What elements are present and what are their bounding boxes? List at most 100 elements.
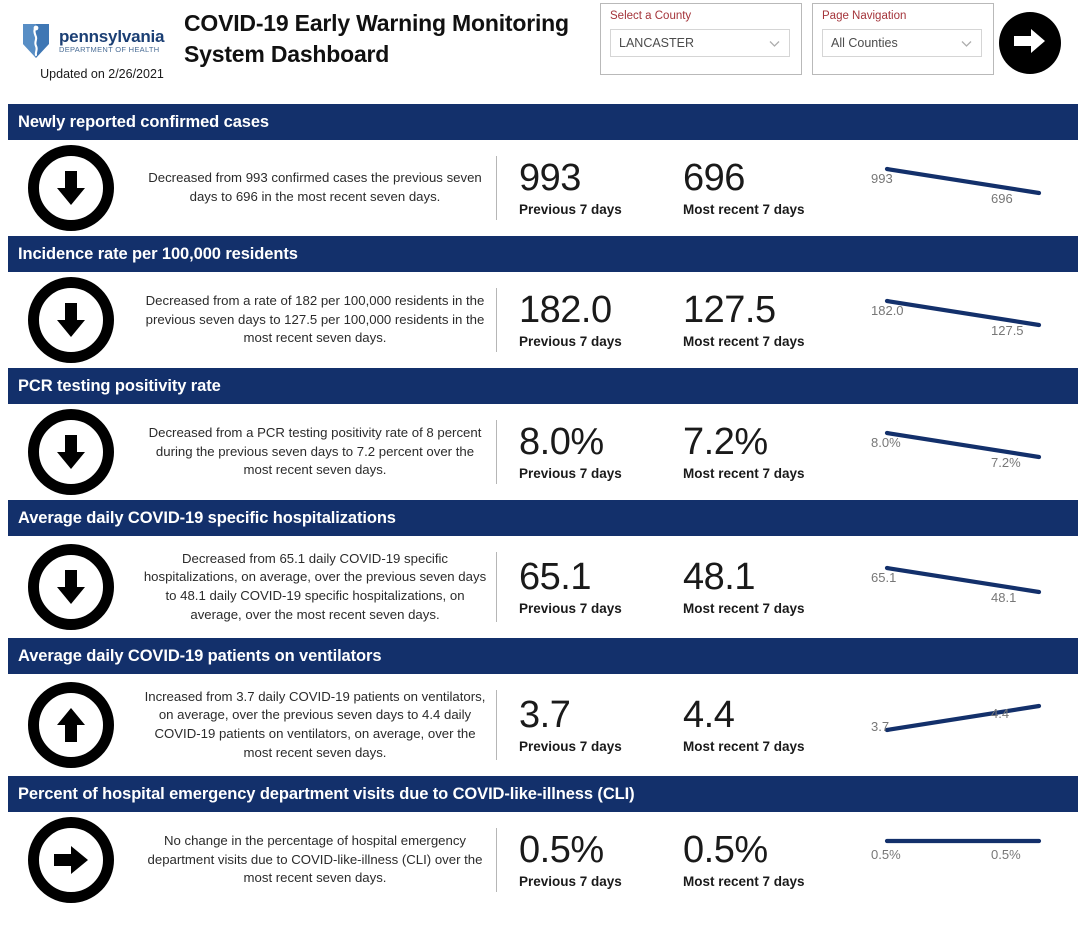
section-body: Decreased from a PCR testing positivity …: [0, 404, 1086, 500]
previous-label: Previous 7 days: [519, 201, 622, 217]
metric-description: Decreased from a PCR testing positivity …: [148, 424, 482, 478]
metric-section: Average daily COVID-19 specific hospital…: [0, 500, 1086, 638]
recent-label: Most recent 7 days: [683, 333, 805, 349]
section-title: Newly reported confirmed cases: [18, 112, 270, 131]
section-header-bar: PCR testing positivity rate: [8, 368, 1078, 404]
metric-description: Increased from 3.7 daily COVID-19 patien…: [144, 688, 486, 760]
section-body: Decreased from a rate of 182 per 100,000…: [0, 272, 1086, 368]
previous-value: 3.7: [519, 694, 571, 737]
previous-value: 8.0%: [519, 421, 604, 464]
trend-sparkline: 182.0 127.5: [861, 281, 1078, 359]
previous-value: 0.5%: [519, 829, 604, 872]
recent-label: Most recent 7 days: [683, 465, 805, 481]
trend-sparkline: 65.1 48.1: [861, 548, 1078, 626]
section-header-bar: Percent of hospital emergency department…: [8, 776, 1078, 812]
trend-indicator: [8, 145, 134, 231]
previous-period-stat: 0.5% Previous 7 days: [497, 829, 661, 889]
chevron-down-icon: [768, 37, 781, 50]
dashboard-header: pennsylvania DEPARTMENT OF HEALTH Update…: [0, 0, 1086, 104]
sparkline-end-label: 127.5: [991, 323, 1024, 338]
previous-label: Previous 7 days: [519, 600, 622, 616]
sparkline-end-label: 696: [991, 191, 1013, 206]
sparkline-start-label: 0.5%: [871, 847, 901, 862]
county-slicer: Select a County LANCASTER: [600, 3, 802, 75]
page-navigation-dropdown-value: All Counties: [831, 36, 898, 50]
sparkline-start-label: 993: [871, 171, 893, 186]
metric-section: PCR testing positivity rate Decreased fro…: [0, 368, 1086, 500]
previous-value: 65.1: [519, 556, 591, 599]
recent-value: 7.2%: [683, 421, 768, 464]
arrow-right-icon: [1012, 26, 1048, 61]
county-dropdown-value: LANCASTER: [619, 36, 695, 50]
section-body: Decreased from 65.1 daily COVID-19 speci…: [0, 536, 1086, 638]
sparkline-end-label: 7.2%: [991, 455, 1021, 470]
recent-period-stat: 696 Most recent 7 days: [661, 157, 861, 217]
trend-indicator: [8, 409, 134, 495]
sparkline-end-label: 4.4: [991, 706, 1010, 721]
metric-description: No change in the percentage of hospital …: [147, 832, 483, 886]
recent-label: Most recent 7 days: [683, 873, 805, 889]
sparkline-start-label: 8.0%: [871, 435, 901, 450]
page-navigation-slicer-title: Page Navigation: [822, 10, 907, 22]
previous-label: Previous 7 days: [519, 873, 622, 889]
metric-section: Percent of hospital emergency department…: [0, 776, 1086, 908]
agency-branding: pennsylvania DEPARTMENT OF HEALTH Update…: [14, 22, 194, 81]
metric-description: Decreased from 993 confirmed cases the p…: [148, 170, 482, 204]
previous-label: Previous 7 days: [519, 465, 622, 481]
trend-sparkline: 8.0% 7.2%: [861, 413, 1078, 491]
metric-section: Incidence rate per 100,000 residents Decr…: [0, 236, 1086, 368]
updated-date: Updated on 2/26/2021: [40, 67, 164, 81]
sparkline-end-label: 0.5%: [991, 847, 1021, 862]
previous-period-stat: 8.0% Previous 7 days: [497, 421, 661, 481]
metric-description: Decreased from 65.1 daily COVID-19 speci…: [143, 550, 487, 622]
recent-value: 48.1: [683, 556, 755, 599]
page-title: COVID-19 Early Warning Monitoring System…: [184, 10, 569, 67]
section-title: Average daily COVID-19 specific hospital…: [18, 508, 396, 527]
chevron-down-icon: [960, 37, 973, 50]
recent-period-stat: 7.2% Most recent 7 days: [661, 421, 861, 481]
logo-wordmark: pennsylvania: [59, 27, 165, 47]
metric-description: Decreased from a rate of 182 per 100,000…: [145, 292, 485, 346]
section-title: Average daily COVID-19 patients on venti…: [18, 646, 382, 665]
arrow-up-circle-icon: [28, 682, 114, 768]
recent-label: Most recent 7 days: [683, 600, 805, 616]
page-navigation-slicer: Page Navigation All Counties: [812, 3, 994, 75]
recent-period-stat: 127.5 Most recent 7 days: [661, 289, 861, 349]
metric-section: Average daily COVID-19 patients on venti…: [0, 638, 1086, 776]
section-body: No change in the percentage of hospital …: [0, 812, 1086, 908]
arrow-down-circle-icon: [28, 277, 114, 363]
pa-doh-logo: pennsylvania DEPARTMENT OF HEALTH: [14, 22, 194, 60]
sparkline-start-label: 65.1: [871, 570, 897, 585]
next-page-button[interactable]: [999, 12, 1061, 74]
trend-sparkline: 3.7 4.4: [861, 686, 1078, 764]
trend-indicator: [8, 682, 134, 768]
arrow-down-circle-icon: [28, 544, 114, 630]
section-header-bar: Newly reported confirmed cases: [8, 104, 1078, 140]
previous-label: Previous 7 days: [519, 333, 622, 349]
arrow-right-circle-icon: [28, 817, 114, 903]
metric-sections: Newly reported confirmed cases Decreased …: [0, 104, 1086, 908]
logo-department: DEPARTMENT OF HEALTH: [59, 45, 160, 55]
sparkline-start-label: 3.7: [871, 719, 890, 734]
previous-value: 182.0: [519, 289, 612, 332]
recent-label: Most recent 7 days: [683, 738, 805, 754]
section-title: PCR testing positivity rate: [18, 376, 221, 395]
trend-sparkline: 0.5% 0.5%: [861, 821, 1078, 899]
trend-indicator: [8, 277, 134, 363]
county-dropdown[interactable]: LANCASTER: [610, 29, 790, 57]
county-slicer-title: Select a County: [610, 10, 692, 22]
previous-period-stat: 182.0 Previous 7 days: [497, 289, 661, 349]
metric-section: Newly reported confirmed cases Decreased …: [0, 104, 1086, 236]
page-navigation-dropdown[interactable]: All Counties: [822, 29, 982, 57]
previous-period-stat: 3.7 Previous 7 days: [497, 694, 661, 754]
section-header-bar: Average daily COVID-19 specific hospital…: [8, 500, 1078, 536]
recent-period-stat: 4.4 Most recent 7 days: [661, 695, 861, 754]
previous-period-stat: 993 Previous 7 days: [497, 158, 661, 217]
recent-value: 127.5: [683, 289, 776, 332]
trend-indicator: [8, 817, 134, 903]
section-title: Percent of hospital emergency department…: [18, 784, 635, 803]
recent-value: 696: [683, 157, 745, 200]
trend-sparkline: 993 696: [861, 149, 1078, 227]
trend-indicator: [8, 544, 134, 630]
recent-value: 0.5%: [683, 829, 768, 872]
